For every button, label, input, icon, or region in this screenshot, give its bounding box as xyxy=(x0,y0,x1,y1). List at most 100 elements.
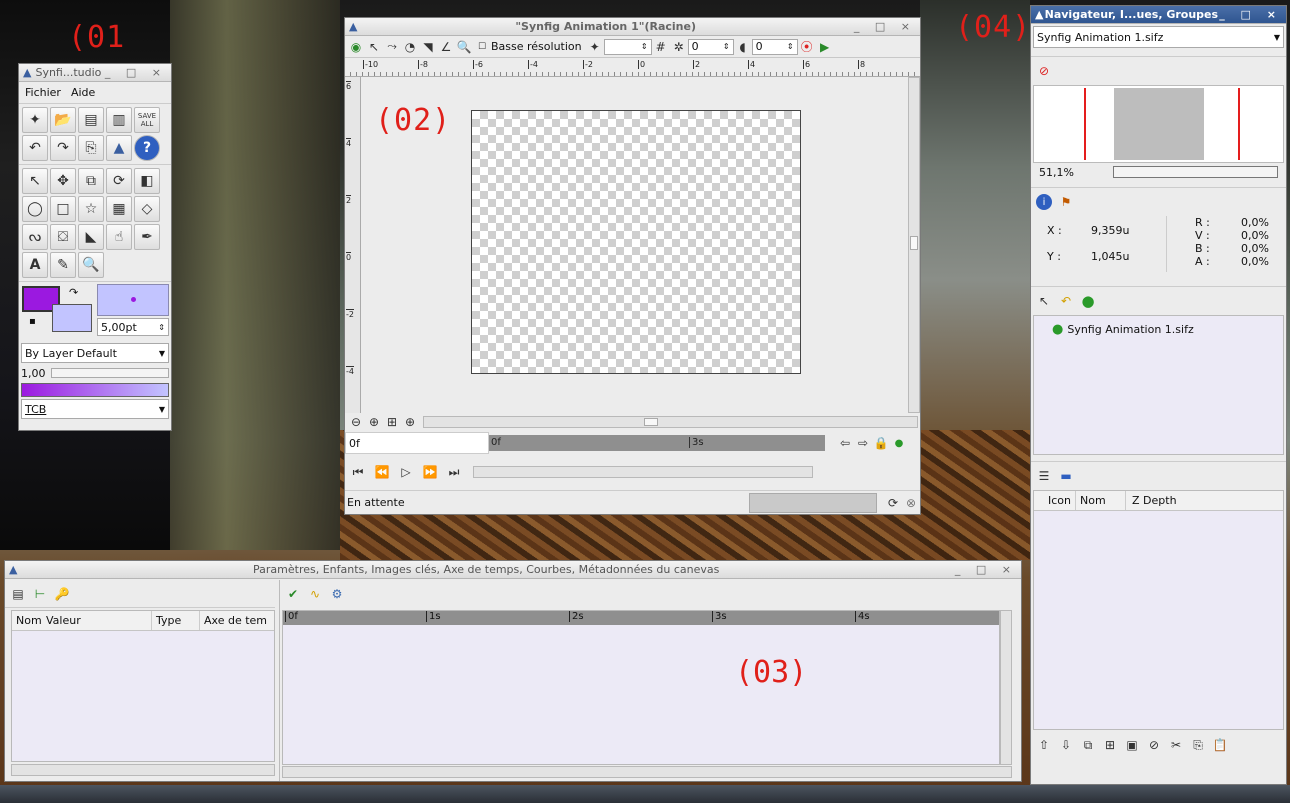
low-res-checkbox[interactable]: ☐ xyxy=(474,39,490,55)
raise-layer-icon[interactable]: ⇧ xyxy=(1036,737,1052,753)
zoom-slider[interactable] xyxy=(1113,166,1278,178)
interpolation-select[interactable]: TCB ▼ xyxy=(21,399,169,419)
angle-ducks-icon[interactable]: ∠ xyxy=(438,39,454,55)
transform-tool-icon[interactable]: ↖ xyxy=(22,168,48,194)
save-icon[interactable]: ▤ xyxy=(78,107,104,133)
refresh-icon[interactable]: ⟳ xyxy=(885,495,901,511)
cutout-tool-icon[interactable]: ◣ xyxy=(78,224,104,250)
column-icon[interactable]: Icon xyxy=(1044,491,1076,510)
opacity-slider[interactable] xyxy=(51,368,169,378)
canvas-selector[interactable]: Synfig Animation 1.sifz ▼ xyxy=(1033,26,1284,48)
rotate-tool-icon[interactable]: ⟳ xyxy=(106,168,132,194)
tab-keyframes-icon[interactable]: 🔑 xyxy=(54,586,70,602)
window-controls[interactable]: _ □ × xyxy=(105,66,167,79)
encapsulate-layer-icon[interactable]: ⊞ xyxy=(1102,737,1118,753)
column-valeur[interactable]: Valeur xyxy=(44,611,152,630)
next-keyframe-icon[interactable]: ⇨ xyxy=(855,435,871,451)
set-layer-icon[interactable]: ▣ xyxy=(1124,737,1140,753)
params-titlebar[interactable]: ▲ Paramètres, Enfants, Images clés, Axe … xyxy=(5,561,1021,579)
rectangle-tool-icon[interactable]: □ xyxy=(50,196,76,222)
tab-curves-icon[interactable]: ∿ xyxy=(307,586,323,602)
column-z-depth[interactable]: Z Depth xyxy=(1126,491,1183,510)
render-icon[interactable]: 🔍 xyxy=(456,39,472,55)
tab-info-icon[interactable]: i xyxy=(1036,194,1052,210)
toolbox-titlebar[interactable]: ▲ Synfi...tudio _ □ × xyxy=(19,64,171,82)
time-slider[interactable]: 0f 3s xyxy=(489,435,825,451)
menu-aide[interactable]: Aide xyxy=(71,86,95,99)
window-controls[interactable]: _ □ × xyxy=(955,563,1017,576)
timetrack-vscroll[interactable] xyxy=(1000,610,1012,765)
save-all-button[interactable]: SAVE ALL xyxy=(134,107,160,133)
future-onion-field[interactable]: 0 ⇕ xyxy=(751,38,798,55)
width-tool-icon[interactable]: ☝ xyxy=(106,224,132,250)
params-scrollbar[interactable] xyxy=(11,764,275,776)
seek-end-icon[interactable]: ⏭ xyxy=(446,464,462,480)
canvas-horizontal-scrollbar[interactable] xyxy=(423,416,918,428)
navigator-titlebar[interactable]: ▲ Navigateur, I...ues, Groupes _ □ × xyxy=(1031,6,1286,24)
tab-params-icon[interactable]: ▤ xyxy=(10,586,26,602)
toggle-ducks-icon[interactable]: ◉ xyxy=(348,39,364,55)
timetrack-hscroll[interactable] xyxy=(282,766,1012,778)
gradient-tool-icon[interactable]: ▦ xyxy=(106,196,132,222)
past-onion-field[interactable]: 0 ⇕ xyxy=(687,38,734,55)
fill-tool-icon[interactable]: ⛋ xyxy=(50,224,76,250)
tab-metadata-icon[interactable]: ⚙ xyxy=(329,586,345,602)
current-time-field[interactable]: 0f xyxy=(345,432,489,454)
list-item[interactable]: ● Synfig Animation 1.sifz xyxy=(1052,322,1194,337)
tab-navigator-icon[interactable]: ⊘ xyxy=(1036,63,1052,79)
radius-ducks-icon[interactable]: ◔ xyxy=(402,39,418,55)
new-file-icon[interactable]: ✦ xyxy=(22,107,48,133)
help-icon[interactable]: ? xyxy=(134,135,160,161)
tab-children-icon[interactable]: ⊢ xyxy=(32,586,48,602)
record-icon[interactable]: ⦿ xyxy=(799,39,815,55)
future-onion-icon[interactable]: ◖ xyxy=(735,39,751,55)
grid-icon[interactable]: # xyxy=(653,39,669,55)
stop-render-icon[interactable]: ⊗ xyxy=(903,495,919,511)
circle-tool-icon[interactable]: ◯ xyxy=(22,196,48,222)
zoom-tool-icon[interactable]: 🔍 xyxy=(78,252,104,278)
zoom-in-icon[interactable]: ⊕ xyxy=(366,414,382,430)
paste-icon[interactable]: 📋 xyxy=(1212,737,1228,753)
text-tool-icon[interactable]: A xyxy=(22,252,48,278)
redo-icon[interactable]: ↷ xyxy=(50,135,76,161)
mirror-tool-icon[interactable]: ◧ xyxy=(134,168,160,194)
quality-icon[interactable]: ✦ xyxy=(587,39,603,55)
undo-icon[interactable]: ↶ xyxy=(22,135,48,161)
position-ducks-icon[interactable]: ↖ xyxy=(366,39,382,55)
zoom-fit-icon[interactable]: ⊞ xyxy=(384,414,400,430)
open-file-icon[interactable]: 📂 xyxy=(50,107,76,133)
draw-tool-icon[interactable]: ✒ xyxy=(134,224,160,250)
window-controls[interactable]: _ □ × xyxy=(854,20,916,33)
zoom-100-icon[interactable]: ⊕ xyxy=(402,414,418,430)
column-nom[interactable]: Nom xyxy=(12,611,44,630)
canvas-titlebar[interactable]: ▲ "Synfig Animation 1"(Racine) _ □ × xyxy=(345,18,920,36)
default-colors-icon[interactable]: ▪ xyxy=(29,316,36,327)
menu-fichier[interactable]: Fichier xyxy=(25,86,61,99)
onion-skin-icon[interactable]: ✲ xyxy=(671,39,687,55)
canvas-drawing[interactable] xyxy=(471,110,801,374)
timetrack-area[interactable]: 0f 1s 2s 3s 4s (03) xyxy=(282,610,1000,765)
seek-begin-icon[interactable]: ⏮ xyxy=(350,464,366,480)
lock-keyframe-icon[interactable]: 🔒 xyxy=(873,435,889,451)
tab-browser-icon[interactable]: ● xyxy=(1080,292,1096,310)
lower-layer-icon[interactable]: ⇩ xyxy=(1058,737,1074,753)
fill-color-swatch[interactable] xyxy=(52,304,92,332)
window-controls[interactable]: _ □ × xyxy=(1219,8,1282,21)
import-icon[interactable]: ⎘ xyxy=(78,135,104,161)
quality-field[interactable]: ⇕ xyxy=(603,38,652,55)
star-tool-icon[interactable]: ☆ xyxy=(78,196,104,222)
column-axe[interactable]: Axe de tem xyxy=(200,611,274,630)
tab-groups-icon[interactable]: ▬ xyxy=(1058,468,1074,484)
scale-tool-icon[interactable]: ⧉ xyxy=(78,168,104,194)
tangent-ducks-icon[interactable]: ⤳ xyxy=(384,39,400,55)
tab-canvas-icon[interactable]: ↖ xyxy=(1036,293,1052,309)
duplicate-layer-icon[interactable]: ⧉ xyxy=(1080,737,1096,753)
width-ducks-icon[interactable]: ◥ xyxy=(420,39,436,55)
smooth-move-tool-icon[interactable]: ✥ xyxy=(50,168,76,194)
tab-library-icon[interactable]: ⚑ xyxy=(1058,194,1074,210)
column-nom[interactable]: Nom xyxy=(1076,491,1126,510)
play-icon[interactable]: ▷ xyxy=(398,464,414,480)
tab-timetrack-icon[interactable]: ✔ xyxy=(285,586,301,602)
timetrack-ruler[interactable]: 0f 1s 2s 3s 4s xyxy=(283,611,999,625)
seek-prev-icon[interactable]: ⏪ xyxy=(374,464,390,480)
